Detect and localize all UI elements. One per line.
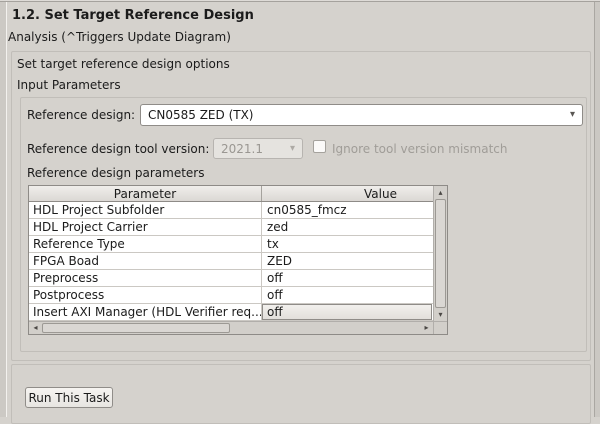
value-cell[interactable]: zed bbox=[262, 219, 433, 236]
task-subtitle: Analysis (^Triggers Update Diagram) bbox=[8, 30, 231, 44]
table-row: Insert AXI Manager (HDL Verifier req... … bbox=[29, 304, 433, 321]
reference-design-value: CN0585 ZED (TX) bbox=[148, 108, 253, 122]
table-row: Reference Type tx bbox=[29, 236, 433, 253]
vertical-scrollbar[interactable]: ▴ ▾ bbox=[433, 186, 447, 321]
param-cell[interactable]: Reference Type bbox=[29, 236, 262, 253]
tool-version-select[interactable]: 2021.1 ▾ bbox=[213, 138, 303, 159]
table-row: HDL Project Subfolder cn0585_fmcz bbox=[29, 202, 433, 219]
input-parameters-caption: Input Parameters bbox=[17, 78, 121, 92]
column-header-parameter[interactable]: Parameter bbox=[29, 186, 262, 201]
parameters-table-caption: Reference design parameters bbox=[27, 166, 204, 180]
table-row: FPGA Boad ZED bbox=[29, 253, 433, 270]
param-cell[interactable]: Insert AXI Manager (HDL Verifier req... bbox=[29, 304, 262, 321]
param-cell[interactable]: HDL Project Subfolder bbox=[29, 202, 262, 219]
run-this-task-button[interactable]: Run This Task bbox=[25, 387, 113, 408]
param-cell[interactable]: HDL Project Carrier bbox=[29, 219, 262, 236]
value-cell-editor-text: off bbox=[267, 305, 283, 319]
ignore-mismatch-label: Ignore tool version mismatch bbox=[332, 142, 508, 156]
tool-version-value: 2021.1 bbox=[221, 142, 263, 156]
column-header-value[interactable]: Value bbox=[262, 186, 433, 201]
reference-design-label: Reference design: bbox=[27, 108, 135, 122]
splitter-handle[interactable] bbox=[0, 0, 7, 417]
scrollbar-corner bbox=[433, 321, 447, 334]
chevron-down-icon: ▾ bbox=[290, 144, 295, 154]
panel-right-edge bbox=[594, 0, 600, 417]
table-row: Postprocess off bbox=[29, 287, 433, 304]
value-cell[interactable]: off bbox=[262, 287, 433, 304]
value-cell: off bbox=[262, 304, 433, 321]
param-cell[interactable]: Postprocess bbox=[29, 287, 262, 304]
reference-design-select[interactable]: CN0585 ZED (TX) ▾ bbox=[140, 104, 583, 126]
scroll-left-icon[interactable]: ◂ bbox=[29, 322, 42, 334]
value-cell[interactable]: cn0585_fmcz bbox=[262, 202, 433, 219]
chevron-down-icon: ▾ bbox=[570, 110, 575, 120]
tool-version-label: Reference design tool version: bbox=[27, 142, 209, 156]
vertical-scrollbar-thumb[interactable] bbox=[435, 199, 446, 308]
value-cell-editor-dropdown[interactable]: off bbox=[262, 304, 432, 320]
param-cell[interactable]: Preprocess bbox=[29, 270, 262, 287]
table-viewport: Parameter Value HDL Project Subfolder cn… bbox=[29, 186, 433, 321]
param-cell[interactable]: FPGA Boad bbox=[29, 253, 262, 270]
reference-design-parameters-table: Parameter Value HDL Project Subfolder cn… bbox=[28, 185, 448, 335]
value-cell[interactable]: off bbox=[262, 270, 433, 287]
table-row: Preprocess off bbox=[29, 270, 433, 287]
table-header-row: Parameter Value bbox=[29, 186, 433, 202]
panel-top-edge bbox=[0, 0, 600, 2]
horizontal-scrollbar-thumb[interactable] bbox=[42, 323, 230, 333]
options-caption: Set target reference design options bbox=[17, 57, 230, 71]
horizontal-scrollbar[interactable]: ◂ ▸ bbox=[29, 321, 433, 334]
value-cell[interactable]: ZED bbox=[262, 253, 433, 270]
scroll-up-icon[interactable]: ▴ bbox=[434, 186, 447, 199]
scroll-down-icon[interactable]: ▾ bbox=[434, 308, 447, 321]
scroll-right-icon[interactable]: ▸ bbox=[420, 322, 433, 334]
value-cell[interactable]: tx bbox=[262, 236, 433, 253]
ignore-mismatch-checkbox[interactable] bbox=[313, 140, 326, 153]
table-row: HDL Project Carrier zed bbox=[29, 219, 433, 236]
task-title: 1.2. Set Target Reference Design bbox=[12, 8, 254, 23]
